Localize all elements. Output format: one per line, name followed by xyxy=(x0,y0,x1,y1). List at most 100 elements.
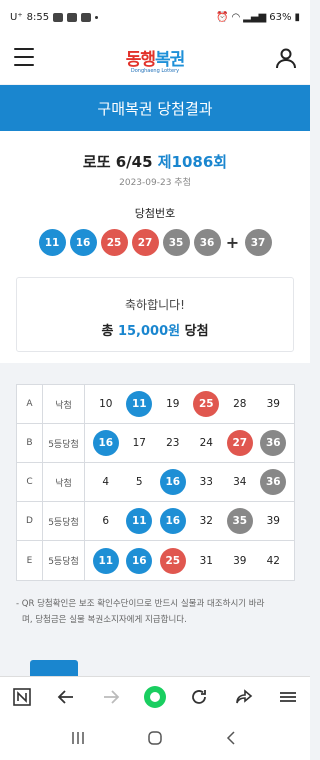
ticket-number: 42 xyxy=(266,554,280,567)
ticket-number: 39 xyxy=(233,554,247,567)
draw-date: 2023-09-23 추첨 xyxy=(119,178,191,188)
battery-icon: ▮ xyxy=(294,11,300,23)
ticket-row: A 낙첨 10 11 19 25 28 39 xyxy=(17,385,294,424)
winning-number-ball: 16 xyxy=(69,229,97,256)
signal-icon: ▂▄▆ xyxy=(243,11,267,23)
winning-numbers: 11 16 25 27 35 36 +37 xyxy=(0,229,310,256)
chat-icon xyxy=(81,12,92,22)
ticket-numbers: 4 5 16 33 34 36 xyxy=(85,469,294,495)
ticket-number: 4 xyxy=(102,476,110,488)
matched-number-ball: 16 xyxy=(126,547,153,574)
clock: 8:55 xyxy=(26,11,50,23)
matched-number-ball: 36 xyxy=(260,430,287,456)
home-button[interactable] xyxy=(140,723,170,753)
prize-amount-line: 총 15,000원 당첨 xyxy=(17,320,293,339)
more-notifications-icon xyxy=(95,15,99,19)
ticket-id: D xyxy=(17,502,43,540)
ticket-numbers: 10 11 19 25 28 39 xyxy=(85,391,294,417)
notification-icon xyxy=(67,12,78,22)
winning-number-ball: 35 xyxy=(162,229,190,256)
ticket-number: 24 xyxy=(199,437,213,449)
matched-number-ball: 11 xyxy=(126,508,153,534)
matched-number-ball: 25 xyxy=(159,547,186,574)
matched-number-ball: 27 xyxy=(226,430,253,456)
back-button[interactable] xyxy=(51,682,81,712)
ticket-id: A xyxy=(17,385,43,423)
matched-number-ball: 16 xyxy=(92,430,119,456)
green-dot-button[interactable] xyxy=(140,682,170,712)
ticket-number: 34 xyxy=(233,476,247,488)
matched-number-ball: 35 xyxy=(226,508,253,534)
recent-apps-button[interactable] xyxy=(63,723,93,753)
game-name: 로또 6/45 xyxy=(82,153,153,171)
ticket-numbers: 11 16 25 31 39 42 xyxy=(85,547,294,574)
matched-number-ball: 16 xyxy=(159,508,186,534)
bonus-number-ball: 37 xyxy=(244,229,272,256)
hamburger-line xyxy=(14,48,34,50)
refresh-button[interactable] xyxy=(184,682,214,712)
matched-number-ball: 11 xyxy=(92,547,119,574)
hamburger-line xyxy=(14,64,34,66)
winning-number-ball: 27 xyxy=(131,229,159,256)
hamburger-line xyxy=(14,56,34,58)
ticket-id: B xyxy=(17,424,43,462)
matched-number-ball: 36 xyxy=(260,469,287,495)
ticket-result: 낙첨 xyxy=(43,385,85,423)
ticket-number: 23 xyxy=(166,437,180,449)
winning-number-ball: 36 xyxy=(193,229,221,256)
ticket-numbers: 6 11 16 32 35 39 xyxy=(85,508,294,534)
ticket-number: 33 xyxy=(199,476,213,488)
matched-number-ball: 11 xyxy=(126,391,153,417)
ticket-numbers: 16 17 23 24 27 36 xyxy=(85,430,294,456)
ticket-row: D 5등당첨 6 11 16 32 35 39 xyxy=(17,502,294,541)
draw-title: 로또 6/45 제1086회 xyxy=(0,151,310,172)
ticket-id: C xyxy=(17,463,43,501)
ticket-number: 10 xyxy=(99,398,113,410)
draw-result-section: 로또 6/45 제1086회 2023-09-23 추첨 당첨번호 11 16 25… xyxy=(0,131,310,363)
forward-button[interactable] xyxy=(96,682,126,712)
ticket-number: 28 xyxy=(233,398,247,410)
user-icon[interactable] xyxy=(274,46,298,70)
system-nav-bar xyxy=(0,716,310,760)
page-title: 구매복권 당첨결과 xyxy=(97,99,213,118)
ticket-result: 5등당첨 xyxy=(43,502,85,540)
logo-text-1: 동행 xyxy=(125,49,156,70)
wifi-icon: ◠ xyxy=(231,11,241,23)
winning-number-ball: 25 xyxy=(100,229,128,256)
ticket-row: B 5등당첨 16 17 23 24 27 36 xyxy=(17,424,294,463)
notice-text: - QR 당첨확인은 보조 확인수단이므로 반드시 실물과 대조하시기 바라 며… xyxy=(16,596,296,628)
ticket-id: E xyxy=(17,541,43,580)
winning-numbers-label: 당첨번호 xyxy=(134,207,176,220)
page-banner: 구매복권 당첨결과 xyxy=(0,85,310,131)
ticket-number: 19 xyxy=(166,398,180,410)
ticket-row: E 5등당첨 11 16 25 31 39 42 xyxy=(17,541,294,580)
ticket-result: 낙첨 xyxy=(43,463,85,501)
ticket-result: 5등당첨 xyxy=(43,424,85,462)
more-menu-button[interactable] xyxy=(273,682,303,712)
alarm-icon: ⏰ xyxy=(215,11,229,23)
prize-amount: 15,000원 xyxy=(117,324,181,339)
ticket-number: 32 xyxy=(199,515,213,527)
matched-number-ball: 25 xyxy=(193,391,220,417)
ticket-number: 39 xyxy=(266,515,280,527)
logo[interactable]: 동행복권 Donghaeng Lottery xyxy=(125,45,186,74)
ticket-row: C 낙첨 4 5 16 33 34 36 xyxy=(17,463,294,502)
battery-level: 63% xyxy=(269,11,292,23)
prize-suffix: 당첨 xyxy=(184,324,209,339)
winning-number-ball: 11 xyxy=(38,229,66,256)
naver-home-button[interactable] xyxy=(7,682,37,712)
logo-text-2: 복권 xyxy=(155,49,185,70)
matched-number-ball: 16 xyxy=(159,469,186,495)
share-button[interactable] xyxy=(229,682,259,712)
ticket-result: 5등당첨 xyxy=(43,541,85,580)
notice-line: - QR 당첨확인은 보조 확인수단이므로 반드시 실물과 대조하시기 바라 xyxy=(16,599,265,609)
ticket-number: 5 xyxy=(135,476,143,488)
ticket-number: 6 xyxy=(102,515,110,527)
menu-button[interactable] xyxy=(14,48,34,66)
system-back-button[interactable] xyxy=(217,723,247,753)
ticket-number: 31 xyxy=(199,554,213,567)
ticket-number: 17 xyxy=(132,437,146,449)
browser-toolbar xyxy=(0,676,310,716)
status-bar: U⁺ 8:55 ⏰ ◠ ▂▄▆ 63% ▮ xyxy=(0,0,310,34)
logo-subtitle: Donghaeng Lottery xyxy=(130,67,180,74)
